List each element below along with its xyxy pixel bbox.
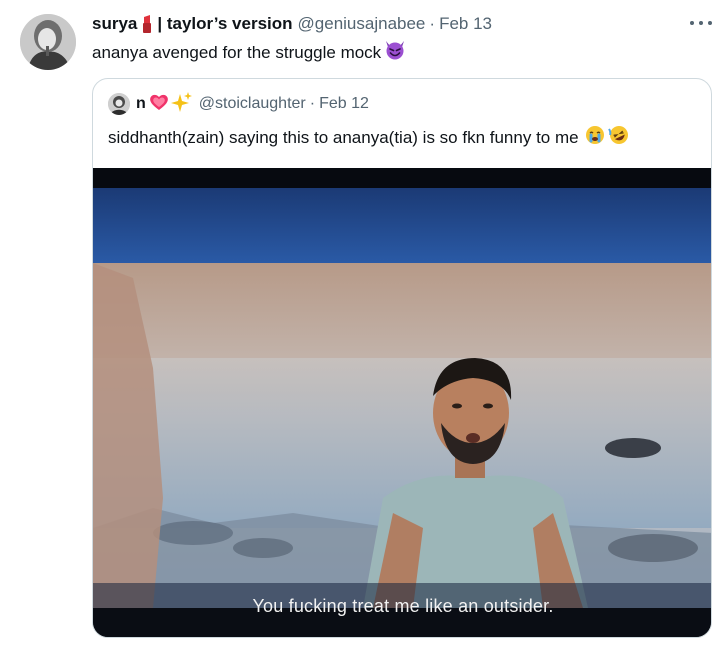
- quoted-author-name: n: [136, 95, 146, 112]
- author-handle[interactable]: @geniusajnabee: [298, 14, 426, 34]
- more-horizontal-icon[interactable]: [690, 14, 712, 32]
- quoted-tweet-date: Feb 12: [319, 95, 369, 112]
- quoted-author-avatar: [108, 93, 130, 115]
- avatar-photo-icon: [20, 14, 76, 70]
- tweet-date[interactable]: Feb 13: [439, 14, 492, 34]
- separator-dot: ·: [309, 95, 316, 112]
- video-still-image: [93, 168, 711, 637]
- smiling-devil-emoji-icon: [384, 40, 406, 65]
- author-avatar[interactable]: [20, 14, 76, 70]
- author-name-suffix[interactable]: | taylor’s version: [157, 14, 292, 34]
- quoted-tweet[interactable]: n @stoiclaughter · Feb 12 siddhanth(zain…: [92, 78, 712, 638]
- separator-dot: ·: [429, 14, 436, 33]
- lipstick-emoji-icon: [140, 15, 154, 33]
- tweet-media-image[interactable]: You fucking treat me like an outsider.: [93, 168, 711, 637]
- quoted-tweet-text-row: siddhanth(zain) saying this to ananya(ti…: [108, 125, 630, 150]
- quoted-author-handle: @stoiclaughter: [198, 95, 306, 112]
- video-subtitle: You fucking treat me like an outsider.: [252, 596, 554, 616]
- tweet-text-row: ananya avenged for the struggle mock: [92, 40, 406, 65]
- avatar-photo-icon: [108, 93, 130, 115]
- crying-face-emoji-icon: [585, 125, 605, 150]
- tweet-text: ananya avenged for the struggle mock: [92, 42, 382, 62]
- rofl-emoji-icon: [607, 125, 630, 150]
- tweet: surya | taylor’s version @geniusajnabee …: [0, 0, 720, 645]
- author-name[interactable]: surya: [92, 14, 137, 34]
- tweet-header: surya | taylor’s version @geniusajnabee …: [92, 12, 492, 36]
- quoted-tweet-text: siddhanth(zain) saying this to ananya(ti…: [108, 127, 579, 147]
- sparkles-emoji-icon: [170, 91, 193, 117]
- red-heart-emoji-icon: [149, 93, 169, 116]
- quoted-tweet-header: n @stoiclaughter · Feb 12: [108, 91, 369, 117]
